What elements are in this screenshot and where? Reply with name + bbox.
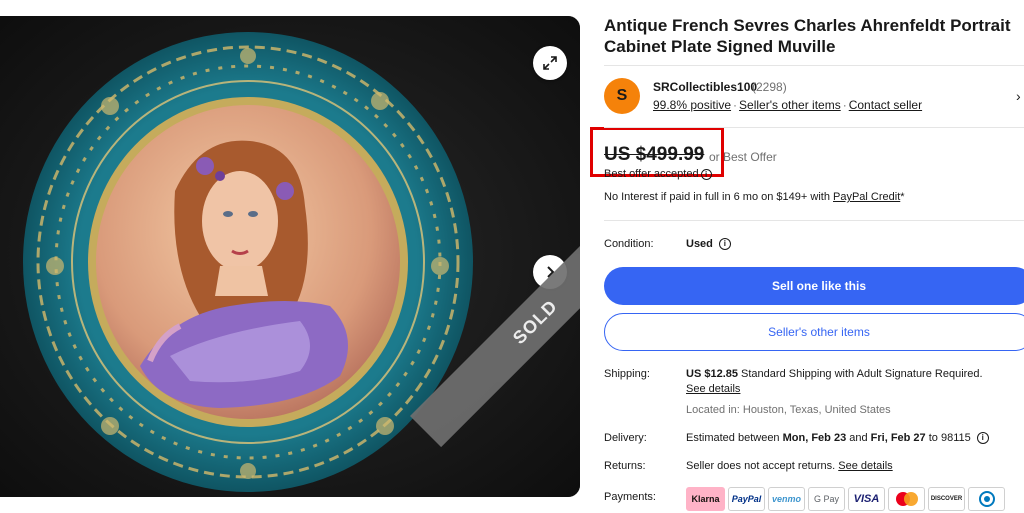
- shipping-label: Shipping:: [604, 368, 650, 380]
- expand-icon: [543, 56, 557, 70]
- item-image-panel[interactable]: SOLD: [0, 16, 580, 497]
- delivery-value: Estimated between Mon, Feb 23 and Fri, F…: [686, 432, 989, 445]
- expand-image-button[interactable]: [533, 46, 567, 80]
- mastercard-icon: [888, 487, 925, 511]
- delivery-label: Delivery:: [604, 432, 647, 444]
- listing-details: Antique French Sevres Charles Ahrenfeldt…: [604, 0, 1024, 513]
- info-icon[interactable]: i: [976, 432, 989, 445]
- returns-value: Seller does not accept returns. See deta…: [686, 460, 893, 472]
- seller-feedback-score: (2298): [752, 80, 787, 94]
- sell-one-like-this-button[interactable]: Sell one like this: [604, 267, 1024, 305]
- condition-value: Used i: [686, 238, 731, 251]
- seller-other-items-link[interactable]: Seller's other items: [739, 98, 841, 112]
- item-photo: [0, 16, 580, 497]
- divider: [604, 127, 1024, 128]
- or-best-offer: or Best Offer: [709, 150, 777, 164]
- shipping-details: See details: [686, 383, 740, 395]
- shipping-value: US $12.85 Standard Shipping with Adult S…: [686, 368, 983, 380]
- sellers-other-items-button[interactable]: Seller's other items: [604, 313, 1024, 351]
- venmo-icon: venmo: [768, 487, 805, 511]
- discover-icon: DISCOVER: [928, 487, 965, 511]
- payments-label: Payments:: [604, 491, 656, 503]
- shipping-see-details-link[interactable]: See details: [686, 383, 740, 395]
- best-offer-accepted: Best offer accepted i: [604, 168, 712, 180]
- divider: [604, 220, 1024, 221]
- seller-avatar[interactable]: S: [604, 78, 640, 114]
- google-pay-icon: G Pay: [808, 487, 845, 511]
- paypal-icon: PayPal: [728, 487, 765, 511]
- info-icon[interactable]: i: [718, 238, 731, 251]
- seller-positive-link[interactable]: 99.8% positive: [653, 98, 731, 112]
- seller-links: 99.8% positive · Seller's other items · Cont…: [653, 98, 923, 112]
- listing-title: Antique French Sevres Charles Ahrenfeldt…: [604, 16, 1011, 56]
- condition-label: Condition:: [604, 238, 654, 250]
- price: US $499.99: [604, 144, 705, 165]
- diners-club-icon: [968, 487, 1005, 511]
- paypal-credit-link[interactable]: PayPal Credit: [833, 191, 900, 203]
- payment-methods: Klarna PayPal venmo G Pay VISA DISCOVER: [686, 487, 1005, 511]
- item-location: Located in: Houston, Texas, United State…: [686, 404, 891, 416]
- seller-chevron-icon[interactable]: ›: [1016, 88, 1021, 104]
- paypal-credit-line: No Interest if paid in full in 6 mo on $…: [604, 191, 905, 203]
- klarna-icon: Klarna: [686, 487, 725, 511]
- contact-seller-link[interactable]: Contact seller: [849, 98, 922, 112]
- visa-icon: VISA: [848, 487, 885, 511]
- info-icon[interactable]: i: [700, 168, 712, 180]
- returns-label: Returns:: [604, 460, 646, 472]
- divider: [604, 65, 1024, 66]
- seller-name-link[interactable]: SRCollectibles100: [653, 80, 757, 94]
- returns-see-details-link[interactable]: See details: [838, 460, 892, 472]
